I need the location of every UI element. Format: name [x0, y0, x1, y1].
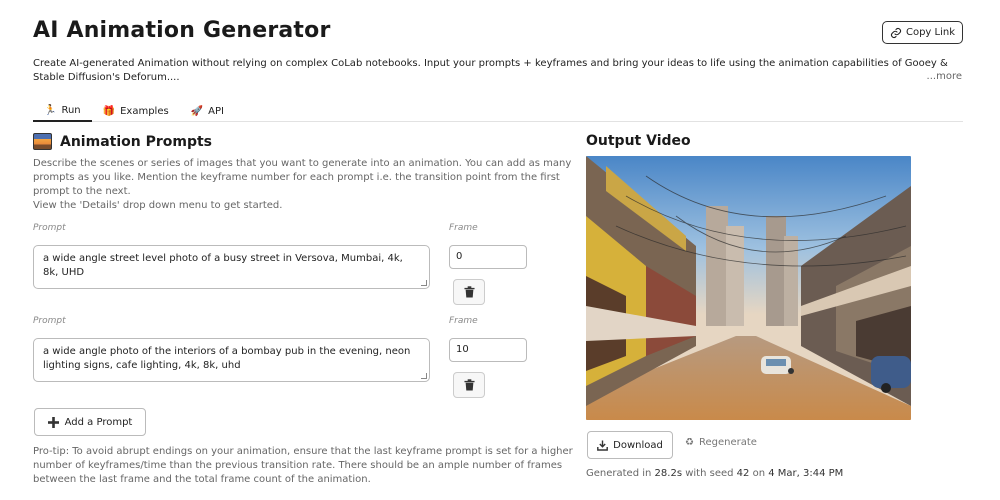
prompt-label: Prompt [33, 316, 66, 326]
add-prompt-label: Add a Prompt [64, 416, 133, 428]
prompt-label: Prompt [33, 223, 66, 233]
generation-info: Generated in 28.2s with seed 42 on 4 Mar… [586, 468, 843, 479]
copy-link-label: Copy Link [905, 27, 956, 38]
pro-tip-text: Pro-tip: To avoid abrupt endings on your… [33, 446, 573, 485]
link-icon [890, 27, 901, 38]
delete-prompt-button[interactable] [453, 279, 485, 305]
plus-icon [47, 416, 59, 428]
street-scene-image [586, 156, 911, 420]
more-link[interactable]: ...more [927, 71, 962, 82]
download-button[interactable]: Download [587, 431, 673, 459]
tab-examples[interactable]: 🎁 Examples [92, 100, 180, 122]
tab-examples-label: Examples [120, 105, 169, 117]
trash-icon [463, 379, 475, 391]
frame-input[interactable]: 10 [449, 338, 527, 362]
copy-link-button[interactable]: Copy Link [882, 21, 963, 44]
tab-run-label: Run [61, 104, 81, 116]
prompt-text: a wide angle photo of the interiors of a… [43, 346, 411, 371]
page-title: AI Animation Generator [33, 18, 331, 43]
gen-seed-prefix: with seed [685, 468, 734, 479]
tab-run[interactable]: 🏃 Run [33, 100, 92, 122]
output-video-title: Output Video [586, 133, 691, 149]
delete-prompt-button[interactable] [453, 372, 485, 398]
regenerate-button[interactable]: ♻ Regenerate [685, 437, 757, 448]
prompt-input[interactable]: a wide angle street level photo of a bus… [33, 245, 430, 289]
animation-prompts-title: Animation Prompts [60, 133, 213, 150]
animation-prompts-heading: Animation Prompts [33, 133, 212, 150]
gen-date: 4 Mar, 3:44 PM [768, 468, 844, 479]
tab-api-label: API [208, 105, 224, 117]
output-video[interactable] [586, 156, 911, 420]
runner-icon: 🏃 [44, 104, 57, 116]
prompt-text: a wide angle street level photo of a bus… [43, 253, 403, 278]
gen-time: 28.2s [654, 468, 683, 479]
gen-on: on [752, 468, 766, 479]
resize-handle-icon[interactable] [421, 373, 427, 379]
gen-seed: 42 [736, 468, 750, 479]
regenerate-label: Regenerate [698, 437, 757, 448]
download-label: Download [613, 439, 663, 451]
gift-icon: 🎁 [102, 105, 116, 117]
page-description: Create AI-generated Animation without re… [33, 58, 948, 83]
frame-label: Frame [449, 223, 478, 233]
tab-bar: 🏃 Run 🎁 Examples 🚀 API [33, 100, 963, 122]
rocket-icon: 🚀 [190, 105, 204, 117]
gen-prefix: Generated in [586, 468, 652, 479]
download-icon [597, 440, 609, 451]
frame-input[interactable]: 0 [449, 245, 527, 269]
resize-handle-icon[interactable] [421, 280, 427, 286]
frame-label: Frame [449, 316, 478, 326]
trash-icon [463, 286, 475, 298]
recycle-icon: ♻ [685, 437, 694, 448]
prompt-input[interactable]: a wide angle photo of the interiors of a… [33, 338, 430, 382]
add-prompt-button[interactable]: Add a Prompt [34, 408, 146, 436]
sunrise-icon [33, 133, 52, 150]
prompts-help-text: Describe the scenes or series of images … [33, 158, 572, 211]
tab-api[interactable]: 🚀 API [180, 100, 235, 122]
